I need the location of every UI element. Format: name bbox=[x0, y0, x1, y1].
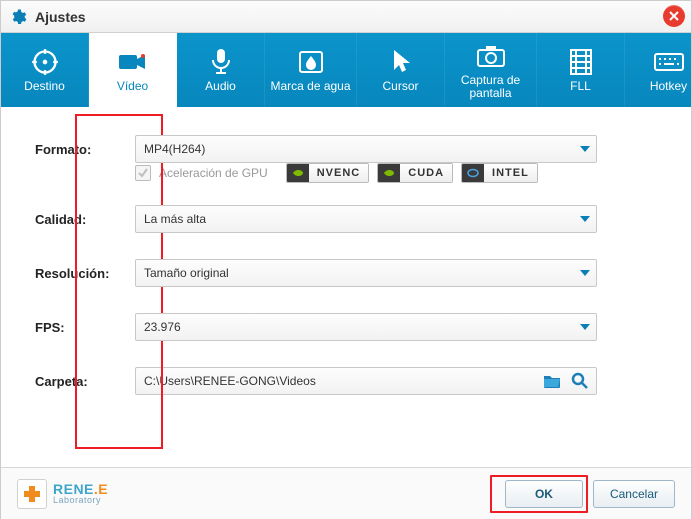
format-label: Formato: bbox=[25, 142, 135, 157]
footer: RENE.E Laboratory OK Cancelar bbox=[1, 467, 691, 519]
browse-folder-button[interactable] bbox=[540, 370, 564, 392]
tab-audio[interactable]: Audio bbox=[177, 33, 265, 107]
target-icon bbox=[31, 46, 59, 78]
folder-label: Carpeta: bbox=[25, 374, 135, 389]
chevron-down-icon bbox=[580, 146, 590, 152]
brand-name: RENE.E bbox=[53, 482, 108, 496]
intel-icon bbox=[462, 164, 484, 182]
tab-screenshot[interactable]: Captura de pantalla bbox=[445, 33, 537, 107]
badge-cuda: CUDA bbox=[377, 163, 453, 183]
tab-cursor[interactable]: Cursor bbox=[357, 33, 445, 107]
tab-watermark[interactable]: Marca de agua bbox=[265, 33, 357, 107]
video-settings-panel: Formato: MP4(H264) Aceleración de GPU NV… bbox=[1, 107, 691, 467]
badge-nvenc: NVENC bbox=[286, 163, 370, 183]
nvidia-icon bbox=[378, 164, 400, 182]
nvidia-icon bbox=[287, 164, 309, 182]
droplet-icon bbox=[298, 46, 324, 78]
quality-label: Calidad: bbox=[25, 212, 135, 227]
tab-strip: Destino Vídeo Audio Marca de agua Cursor… bbox=[1, 33, 691, 107]
format-select[interactable]: MP4(H264) bbox=[135, 135, 597, 163]
search-folder-button[interactable] bbox=[568, 370, 592, 392]
window-title: Ajustes bbox=[35, 9, 86, 25]
keyboard-icon bbox=[654, 46, 684, 78]
close-button[interactable] bbox=[663, 5, 685, 27]
resolution-select[interactable]: Tamaño original bbox=[135, 259, 597, 287]
cancel-button[interactable]: Cancelar bbox=[593, 480, 675, 508]
quality-value: La más alta bbox=[144, 212, 206, 226]
resolution-value: Tamaño original bbox=[144, 266, 229, 280]
microphone-icon bbox=[210, 46, 232, 78]
chevron-down-icon bbox=[580, 324, 590, 330]
fps-value: 23.976 bbox=[144, 320, 181, 334]
resolution-label: Resolución: bbox=[25, 266, 135, 281]
fps-select[interactable]: 23.976 bbox=[135, 313, 597, 341]
quality-select[interactable]: La más alta bbox=[135, 205, 597, 233]
format-value: MP4(H264) bbox=[144, 142, 205, 156]
tab-fll[interactable]: FLL bbox=[537, 33, 625, 107]
filmstrip-icon bbox=[568, 46, 594, 78]
gpu-accel-label: Aceleración de GPU bbox=[159, 166, 268, 180]
gear-icon bbox=[9, 8, 27, 26]
tab-video[interactable]: Vídeo bbox=[89, 33, 177, 107]
camcorder-icon bbox=[118, 46, 148, 78]
tab-destino[interactable]: Destino bbox=[1, 33, 89, 107]
pointer-icon bbox=[390, 46, 412, 78]
chevron-down-icon bbox=[580, 270, 590, 276]
chevron-down-icon bbox=[580, 216, 590, 222]
cross-icon bbox=[17, 479, 47, 509]
badge-intel: INTEL bbox=[461, 163, 538, 183]
title-bar: Ajustes bbox=[1, 1, 691, 33]
brand-logo: RENE.E Laboratory bbox=[17, 479, 108, 509]
ok-button[interactable]: OK bbox=[505, 480, 583, 508]
folder-field[interactable]: C:\Users\RENEE-GONG\Videos bbox=[135, 367, 597, 395]
folder-path: C:\Users\RENEE-GONG\Videos bbox=[144, 374, 536, 388]
brand-subtitle: Laboratory bbox=[53, 496, 108, 505]
camera-icon bbox=[476, 40, 506, 72]
tab-hotkey[interactable]: Hotkey bbox=[625, 33, 692, 107]
fps-label: FPS: bbox=[25, 320, 135, 335]
gpu-accel-checkbox[interactable] bbox=[135, 165, 151, 181]
